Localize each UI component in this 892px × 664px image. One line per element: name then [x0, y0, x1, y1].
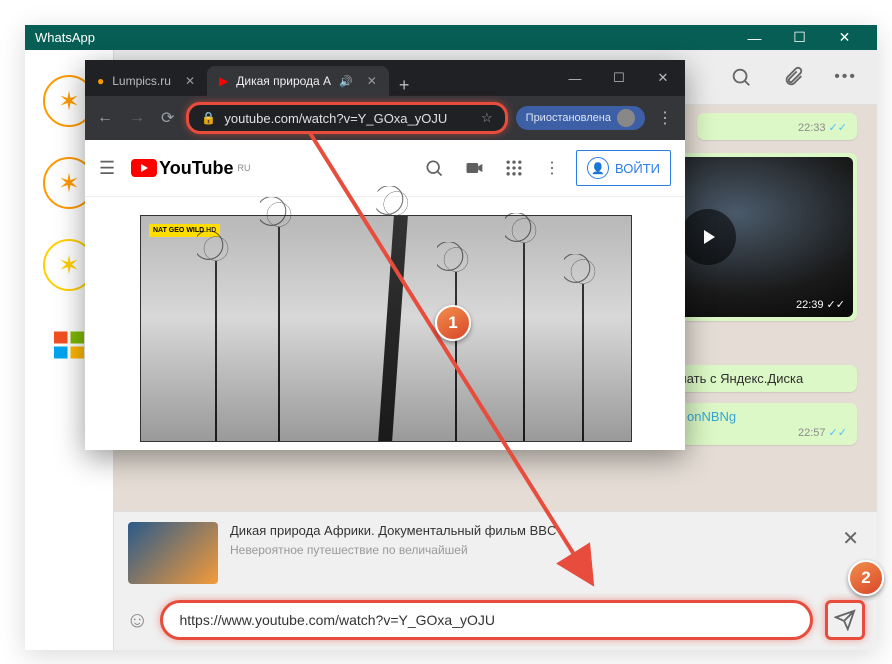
message-bubble[interactable]: 22:33: [697, 113, 857, 140]
favicon-icon: ▶: [219, 74, 228, 88]
browser-window: ● Lumpics.ru ✕ ▶ Дикая природа А 🔊 ✕ + —…: [85, 60, 685, 450]
login-label: ВОЙТИ: [615, 161, 660, 176]
step-badge-1: 1: [435, 305, 471, 341]
message-link[interactable]: onNBNg: [687, 409, 736, 424]
forward-button[interactable]: →: [125, 109, 149, 127]
whatsapp-title: WhatsApp: [35, 30, 95, 45]
send-button[interactable]: [825, 600, 865, 640]
lock-icon: 🔒: [201, 111, 216, 125]
youtube-player[interactable]: NAT GEO WILD: [140, 215, 632, 442]
message-bubble[interactable]: onNBNg 22:57: [677, 403, 857, 445]
message-input[interactable]: https://www.youtube.com/watch?v=Y_GOxa_y…: [160, 600, 813, 640]
window-minimize-button[interactable]: —: [732, 25, 777, 50]
window-close-button[interactable]: ✕: [822, 25, 867, 50]
menu-icon[interactable]: •••: [834, 68, 857, 86]
message-bubble[interactable]: качать с Яндекс.Диска: [657, 365, 857, 392]
step-badge-2: 2: [848, 560, 884, 596]
youtube-brand-text: YouTube: [159, 158, 233, 179]
youtube-play-icon: [131, 159, 157, 177]
back-button[interactable]: ←: [93, 109, 117, 127]
compose-area: Дикая природа Африки. Документальный фил…: [114, 511, 877, 650]
play-icon[interactable]: [680, 209, 736, 265]
tab-title: Дикая природа А: [236, 74, 331, 88]
browser-maximize-button[interactable]: ☐: [597, 60, 641, 96]
browser-viewport: ☰ YouTube RU ⋮ 👤 ВОЙТИ NAT GEO WILD: [85, 140, 685, 450]
apps-icon[interactable]: [504, 158, 524, 178]
new-tab-button[interactable]: +: [389, 75, 420, 96]
message-text: качать с Яндекс.Диска: [667, 371, 803, 386]
emoji-icon[interactable]: ☺: [126, 607, 148, 633]
bookmark-icon[interactable]: ☆: [481, 110, 493, 126]
search-icon[interactable]: [424, 158, 444, 178]
youtube-region: RU: [237, 163, 250, 173]
message-time: 22:57: [687, 426, 847, 439]
browser-toolbar: ← → ⟳ 🔒 youtube.com/watch?v=Y_GOxa_yOJU …: [85, 96, 685, 140]
profile-chip-label: Приостановлена: [526, 112, 611, 124]
preview-thumbnail: [128, 522, 218, 584]
youtube-logo[interactable]: YouTube RU: [131, 158, 250, 179]
hamburger-icon[interactable]: ☰: [99, 158, 115, 179]
whatsapp-titlebar: WhatsApp — ☐ ✕: [25, 25, 877, 50]
reload-button[interactable]: ⟳: [157, 108, 178, 128]
more-icon[interactable]: ⋮: [544, 158, 560, 178]
profile-chip[interactable]: Приостановлена: [516, 106, 645, 130]
tab-title: Lumpics.ru: [112, 74, 171, 88]
message-time: 22:33: [707, 121, 847, 134]
window-maximize-button[interactable]: ☐: [777, 25, 822, 50]
link-preview: Дикая природа Африки. Документальный фил…: [114, 512, 877, 594]
browser-menu-icon[interactable]: ⋮: [653, 108, 677, 128]
browser-minimize-button[interactable]: —: [553, 60, 597, 96]
video-duration: 22:39: [796, 298, 845, 311]
tab-close-icon[interactable]: ✕: [185, 74, 195, 88]
attach-icon[interactable]: [782, 66, 804, 88]
tab-mute-icon[interactable]: 🔊: [339, 75, 353, 88]
browser-tab-active[interactable]: ▶ Дикая природа А 🔊 ✕: [207, 66, 389, 96]
favicon-icon: ●: [97, 74, 104, 88]
url-text: youtube.com/watch?v=Y_GOxa_yOJU: [224, 111, 447, 126]
profile-avatar-icon: [617, 109, 635, 127]
message-input-text: https://www.youtube.com/watch?v=Y_GOxa_y…: [179, 612, 495, 628]
youtube-login-button[interactable]: 👤 ВОЙТИ: [576, 150, 671, 186]
browser-close-button[interactable]: ✕: [641, 60, 685, 96]
tab-close-icon[interactable]: ✕: [367, 74, 377, 88]
preview-title: Дикая природа Африки. Документальный фил…: [230, 522, 826, 540]
address-bar[interactable]: 🔒 youtube.com/watch?v=Y_GOxa_yOJU ☆: [186, 102, 507, 134]
browser-tab-bar: ● Lumpics.ru ✕ ▶ Дикая природа А 🔊 ✕ + —…: [85, 60, 685, 96]
youtube-player-area: NAT GEO WILD: [85, 197, 685, 450]
user-icon: 👤: [587, 157, 609, 179]
create-icon[interactable]: [464, 158, 484, 178]
preview-close-button[interactable]: ✕: [838, 522, 863, 555]
browser-tab[interactable]: ● Lumpics.ru ✕: [85, 66, 207, 96]
preview-description: Невероятное путешествие по величайшей: [230, 542, 826, 559]
search-icon[interactable]: [730, 66, 752, 88]
